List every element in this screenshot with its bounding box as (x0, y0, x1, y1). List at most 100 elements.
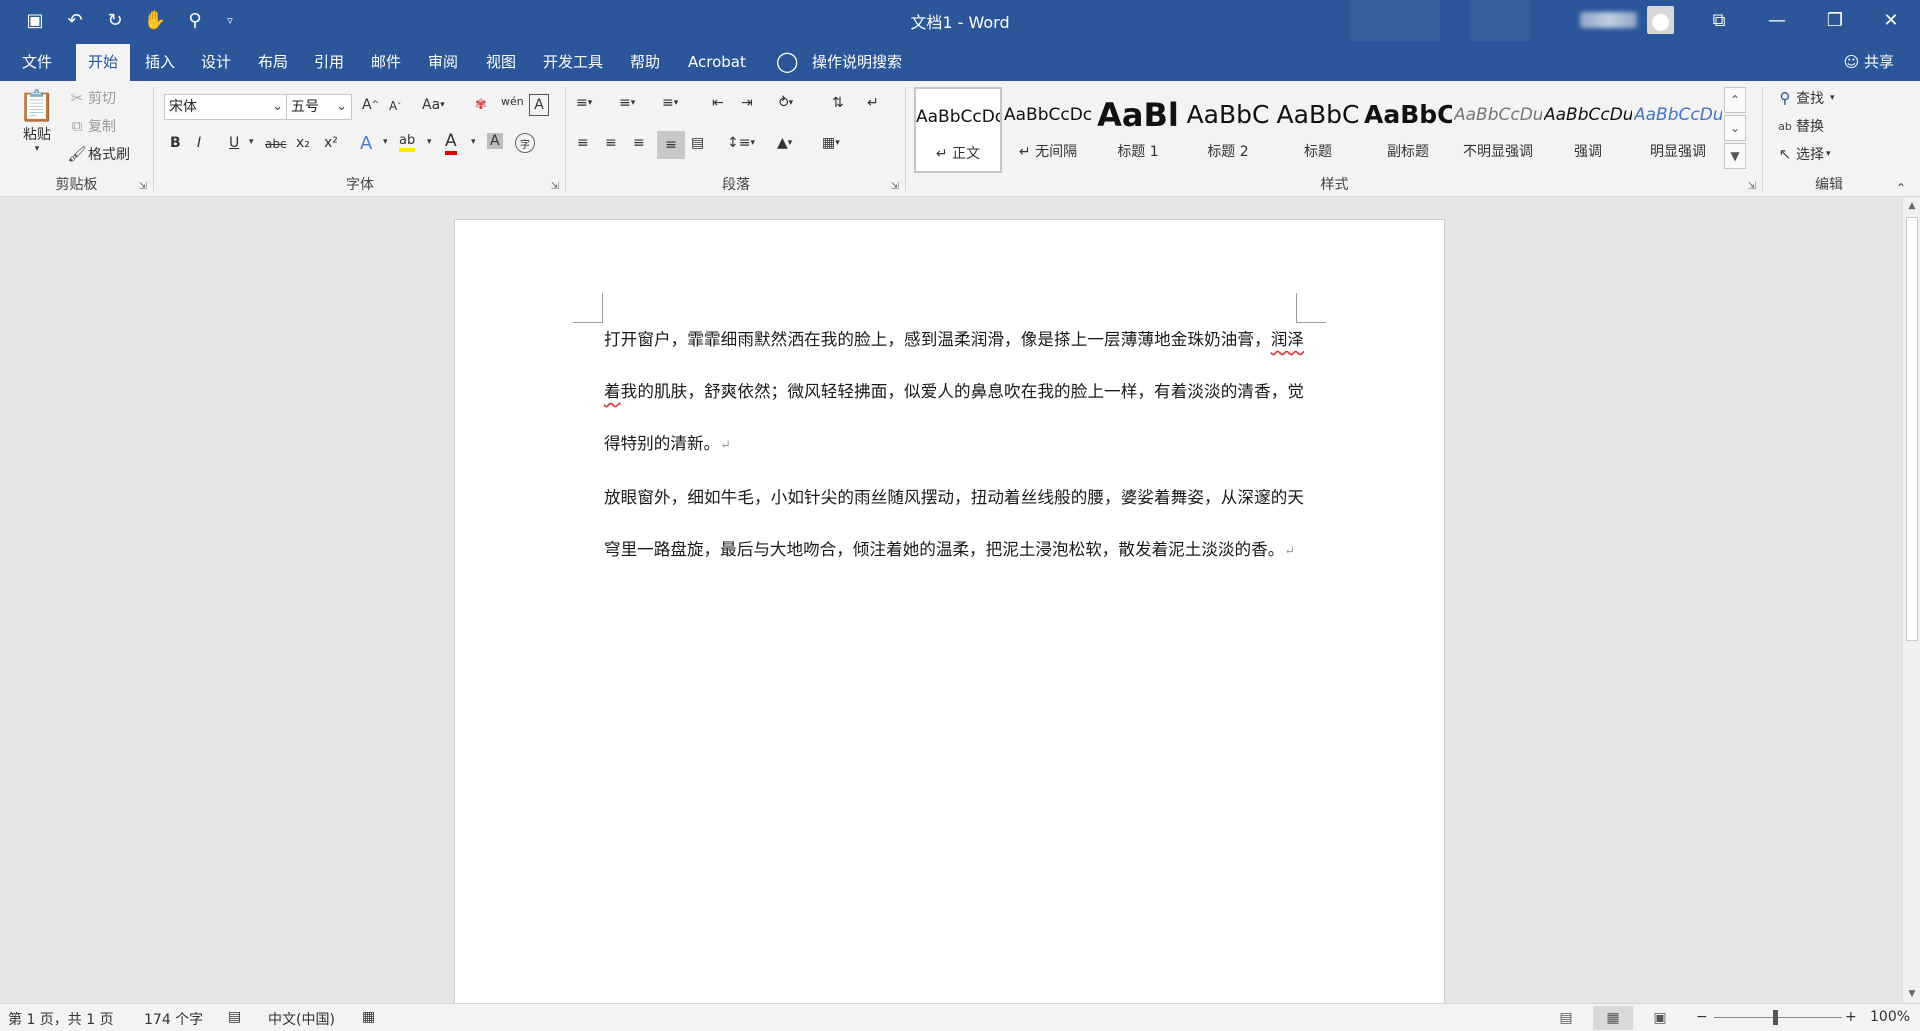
zoom-level[interactable]: 100% (1870, 1009, 1910, 1025)
proofing-icon[interactable]: ▤ (228, 1009, 241, 1025)
find-button[interactable]: ⚲ 查找 ▾ (1774, 87, 1835, 109)
align-left-icon[interactable]: ≡ (577, 135, 589, 151)
web-layout-icon[interactable]: ▣ (1640, 1006, 1680, 1030)
subscript-icon[interactable]: x₂ (296, 135, 310, 151)
clear-formatting-icon[interactable]: ✾ (475, 97, 487, 113)
dialog-launcher-icon[interactable]: ⇲ (891, 181, 899, 192)
language-indicator[interactable]: 中文(中国) (268, 1009, 335, 1029)
style-heading-2[interactable]: AaBbC 标题 2 (1184, 87, 1272, 173)
increase-indent-icon[interactable]: ⇥ (741, 95, 753, 111)
style-intense-emphasis[interactable]: AaBbCcDu 明显强调 (1634, 87, 1722, 173)
document-body[interactable]: 打开窗户，霏霏细雨默然洒在我的脸上，感到温柔润滑，像是搽上一层薄薄地金珠奶油膏，… (604, 314, 1304, 578)
enclose-chars-icon[interactable]: 字 (515, 133, 535, 153)
document-page[interactable]: 打开窗户，霏霏细雨默然洒在我的脸上，感到温柔润滑，像是搽上一层薄薄地金珠奶油膏，… (454, 219, 1445, 1003)
style-heading-1[interactable]: AaBl 标题 1 (1094, 87, 1182, 173)
tab-insert[interactable]: 插入 (133, 44, 187, 81)
chevron-down-icon[interactable]: ▾ (471, 137, 476, 147)
word-count[interactable]: 174 个字 (144, 1009, 203, 1029)
read-mode-icon[interactable]: ▤ (1546, 1006, 1586, 1030)
chevron-down-icon[interactable]: ▾ (249, 137, 254, 147)
dialog-launcher-icon[interactable]: ⇲ (551, 181, 559, 192)
paste-button[interactable]: 📋 粘贴 ▾ (18, 89, 56, 154)
multilevel-list-icon[interactable]: ≡ ▾ (662, 95, 678, 111)
grow-font-icon[interactable]: A ^ (362, 97, 379, 113)
tab-layout[interactable]: 布局 (246, 44, 300, 81)
tab-references[interactable]: 引用 (302, 44, 356, 81)
tab-developer[interactable]: 开发工具 (531, 44, 615, 81)
ribbon-display-options-icon[interactable]: ⧉ (1690, 0, 1748, 41)
show-marks-icon[interactable]: ↵ (867, 95, 879, 111)
numbering-icon[interactable]: ≡ ▾ (619, 95, 635, 111)
cut-button[interactable]: ✂ 剪切 (66, 87, 116, 109)
underline-icon[interactable]: U (229, 135, 239, 151)
shrink-font-icon[interactable]: Aˇ (389, 99, 401, 113)
chevron-down-icon[interactable]: ▾ (427, 137, 432, 147)
close-icon[interactable]: ✕ (1862, 0, 1920, 41)
gallery-more[interactable]: ▼ (1724, 143, 1746, 169)
dialog-launcher-icon[interactable]: ⇲ (139, 181, 147, 192)
font-size-combo[interactable]: 五号 ⌄ (286, 94, 352, 120)
tab-design[interactable]: 设计 (189, 44, 243, 81)
scroll-down-arrow[interactable]: ▼ (1903, 985, 1920, 1003)
chinese-layout-icon[interactable]: ⥁ ▾ (779, 95, 793, 111)
shading-icon[interactable]: ▲ ▾ (777, 135, 792, 151)
zoom-in-button[interactable]: + (1845, 1009, 1857, 1025)
share-button[interactable]: ☺ 共享 (1844, 44, 1894, 81)
chevron-down-icon[interactable]: ▾ (383, 137, 388, 147)
zoom-slider-thumb[interactable] (1773, 1010, 1778, 1025)
avatar[interactable]: ● (1647, 6, 1674, 34)
zoom-out-button[interactable]: − (1696, 1009, 1708, 1025)
gallery-scroll-down[interactable]: ⌄ (1724, 115, 1746, 141)
tell-me-search[interactable]: 操作说明搜索 (800, 44, 914, 81)
justify-icon[interactable]: ≡ (657, 131, 685, 159)
tab-home[interactable]: 开始 (76, 44, 131, 81)
italic-icon[interactable]: I (197, 135, 201, 151)
line-spacing-icon[interactable]: ↕≡ ▾ (727, 135, 755, 151)
decrease-indent-icon[interactable]: ⇤ (712, 95, 724, 111)
style-no-spacing[interactable]: AaBbCcDc ↵ 无间隔 (1004, 87, 1092, 173)
tab-review[interactable]: 审阅 (416, 44, 470, 81)
print-layout-icon[interactable]: ▦ (1593, 1006, 1633, 1030)
align-right-icon[interactable]: ≡ (633, 135, 645, 151)
phonetic-guide-icon[interactable]: wén (501, 95, 524, 108)
page-count[interactable]: 第 1 页，共 1 页 (8, 1009, 114, 1029)
chevron-down-icon[interactable]: ⌄ (272, 95, 283, 119)
font-color-icon[interactable]: A (445, 131, 457, 155)
font-name-combo[interactable]: 宋体 ⌄ (164, 94, 288, 120)
user-account[interactable]: ● (1580, 6, 1674, 34)
superscript-icon[interactable]: x² (324, 135, 338, 151)
tab-mailings[interactable]: 邮件 (359, 44, 413, 81)
distributed-icon[interactable]: ▤ (691, 135, 704, 151)
strikethrough-icon[interactable]: abc (265, 137, 287, 151)
tab-help[interactable]: 帮助 (618, 44, 672, 81)
replace-button[interactable]: ab 替换 (1774, 115, 1824, 137)
tab-view[interactable]: 视图 (474, 44, 528, 81)
style-normal[interactable]: AaBbCcDc ↵ 正文 (914, 87, 1002, 173)
style-subtitle[interactable]: AaBbC 副标题 (1364, 87, 1452, 173)
style-emphasis[interactable]: AaBbCcDu 强调 (1544, 87, 1632, 173)
minimize-icon[interactable]: — (1748, 0, 1806, 41)
paragraph[interactable]: 放眼窗外，细如牛毛，小如针尖的雨丝随风摆动，扭动着丝线般的腰，婆娑着舞姿，从深邃… (604, 472, 1304, 578)
chevron-down-icon[interactable]: ⌄ (336, 95, 347, 119)
bold-icon[interactable]: B (170, 135, 181, 151)
restore-icon[interactable]: ❐ (1806, 0, 1864, 41)
text-effects-icon[interactable]: A (360, 133, 372, 154)
zoom-slider-track[interactable] (1714, 1017, 1842, 1018)
style-title[interactable]: AaBbC 标题 (1274, 87, 1362, 173)
select-button[interactable]: ↖ 选择 ▾ (1774, 143, 1831, 165)
change-case-button[interactable]: Aa ▾ (422, 97, 445, 113)
dialog-launcher-icon[interactable]: ⇲ (1748, 181, 1756, 192)
copy-button[interactable]: ⧉ 复制 (66, 115, 116, 137)
sort-icon[interactable]: ⇅ (832, 95, 844, 111)
paragraph[interactable]: 打开窗户，霏霏细雨默然洒在我的脸上，感到温柔润滑，像是搽上一层薄薄地金珠奶油膏，… (604, 314, 1304, 472)
highlight-icon[interactable]: ab (399, 133, 416, 152)
char-border-icon[interactable]: A (529, 94, 549, 116)
style-subtle-emphasis[interactable]: AaBbCcDu 不明显强调 (1454, 87, 1542, 173)
lightbulb-icon[interactable]: ◯ (776, 49, 798, 73)
borders-icon[interactable]: ▦ ▾ (822, 135, 840, 151)
vertical-scrollbar[interactable]: ▲ ▼ (1902, 197, 1920, 1003)
collapse-ribbon-icon[interactable]: ⌃ (1896, 181, 1906, 195)
scroll-up-arrow[interactable]: ▲ (1903, 197, 1920, 215)
tab-acrobat[interactable]: Acrobat (676, 44, 758, 81)
align-center-icon[interactable]: ≡ (605, 135, 617, 151)
